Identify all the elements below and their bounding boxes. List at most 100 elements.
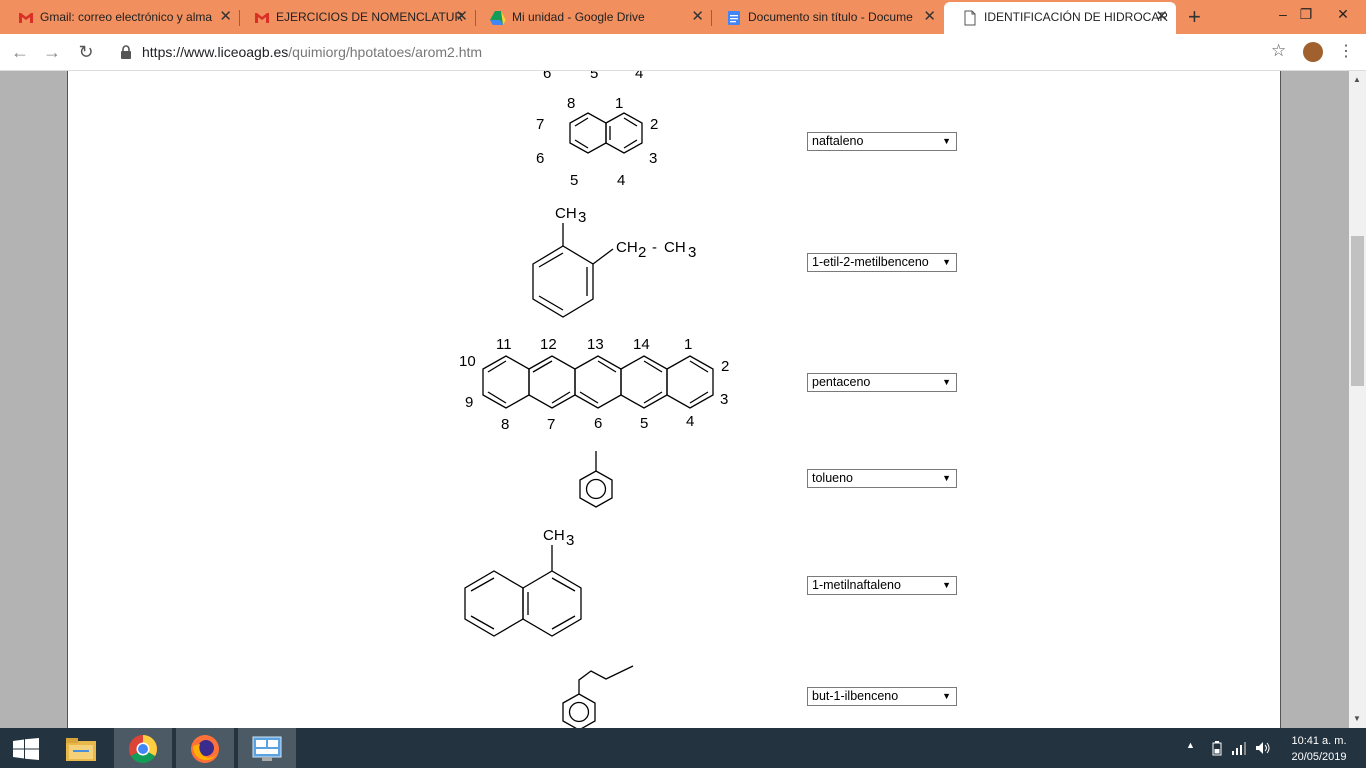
taskbar-chrome[interactable] [114,728,172,768]
select-value: 1-etil-2-metilbenceno [812,255,929,269]
atom-number: 4 [617,172,625,189]
select-value: 1-metilnaftaleno [812,578,901,592]
select-value: but-1-ilbenceno [812,689,899,703]
atom-number: 6 [594,415,602,432]
atom-number: 3 [649,150,657,167]
atom-number: 7 [547,416,555,433]
atom-number: 2 [650,116,658,133]
select-value: tolueno [812,471,854,485]
close-icon[interactable]: ✕ [923,2,936,32]
answer-select-3[interactable]: pentaceno ▼ [807,373,957,392]
control-panel-icon [252,736,282,761]
dropdown-arrow-icon: ▼ [942,377,951,387]
clock[interactable]: 10:41 a. m. 20/05/2019 [1286,733,1352,765]
answer-select-1[interactable]: naftaleno ▼ [807,132,957,151]
chrome-icon [129,735,157,763]
atom-number: 1 [684,336,692,353]
vertical-scrollbar[interactable]: ▲ ▼ [1349,71,1366,728]
atom-number: 8 [501,416,509,433]
dropdown-arrow-icon: ▼ [942,473,951,483]
molecule-tolueno [579,451,613,508]
atom-number: 9 [465,394,473,411]
tab-label: IDENTIFICACIÓN DE HIDROCAR [984,10,1169,24]
dropdown-arrow-icon: ▼ [942,580,951,590]
atom-number: 8 [567,95,575,112]
molecule-etilmetilbenceno: CH 3 CH 2 [532,205,646,318]
firefox-icon [191,735,219,763]
close-icon[interactable]: ✕ [1155,2,1168,32]
volume-icon[interactable] [1255,741,1271,755]
page-icon [964,10,976,26]
new-tab-button[interactable]: + [1188,4,1201,30]
forward-arrow-icon[interactable]: → [40,40,64,64]
select-value: naftaleno [812,134,864,148]
tray-overflow-icon[interactable]: ▲ [1186,740,1195,750]
tab-identificacion[interactable]: IDENTIFICACIÓN DE HIDROCAR ✕ [944,2,1176,34]
url-path: /quimiorg/hpotatoes/arom2.htm [288,44,483,60]
atom-number: 14 [633,336,650,353]
start-button[interactable] [0,728,58,768]
windows-taskbar: ▲ 10:41 a. m. 20/05/2019 [0,728,1366,768]
group-label: CH [555,205,577,222]
network-icon[interactable] [1231,741,1247,755]
atom-number: 12 [540,336,557,353]
group-label: CH [664,239,686,256]
atom-number: 6 [536,150,544,167]
tab-ejercicios[interactable]: EJERCICIOS DE NOMENCLATUR ✕ [236,2,476,34]
close-icon[interactable]: ✕ [219,2,232,32]
molecule-naftaleno: 8 1 7 2 6 3 5 4 [536,95,658,189]
menu-dots-icon[interactable]: ⋮ [1338,42,1354,62]
scroll-up-arrow-icon[interactable]: ▲ [1353,75,1361,84]
answer-select-4[interactable]: tolueno ▼ [807,469,957,488]
bond-dash: - [652,239,657,256]
profile-avatar[interactable] [1303,42,1323,62]
battery-icon[interactable] [1212,741,1222,756]
reload-icon[interactable]: ↻ [74,40,98,64]
page-viewport: 6 5 4 8 1 7 2 6 3 5 4 naftaleno ▼ CH 3 C… [0,71,1349,728]
atom-number: 1 [615,95,623,112]
answer-select-5[interactable]: 1-metilnaftaleno ▼ [807,576,957,595]
select-value: pentaceno [812,375,871,389]
gmail-icon [19,13,33,23]
answer-select-2[interactable]: 1-etil-2-metilbenceno ▼ [807,253,957,272]
atom-number: 6 [543,71,551,82]
molecule-metilnaftaleno: CH 3 [464,527,582,637]
atom-number: 3 [720,391,728,408]
molecule-pentaceno: 11 12 13 14 1 10 2 9 3 8 7 6 5 4 [459,336,729,433]
group-label: CH [616,239,638,256]
molecule-butilbenceno [562,665,634,728]
dropdown-arrow-icon: ▼ [942,136,951,146]
atom-number: 5 [590,71,598,82]
close-icon[interactable]: ✕ [455,2,468,32]
taskbar-file-explorer[interactable] [52,728,110,768]
clock-date: 20/05/2019 [1291,751,1347,763]
bookmark-star-icon[interactable]: ☆ [1271,41,1286,61]
atom-number: 2 [721,358,729,375]
close-icon[interactable]: ✕ [691,2,704,32]
atom-number: 4 [635,71,643,82]
subscript: 3 [566,532,574,549]
dropdown-arrow-icon: ▼ [942,257,951,267]
taskbar-firefox[interactable] [176,728,234,768]
url-text: https://www.liceoagb.es/quimiorg/hpotato… [142,37,482,67]
tab-gmail[interactable]: Gmail: correo electrónico y alma ✕ [0,2,240,34]
tab-label: Documento sin título - Docume [748,10,913,24]
subscript: 3 [578,209,586,226]
windows-icon [13,738,39,760]
atom-number: 11 [496,336,512,353]
taskbar-app[interactable] [238,728,296,768]
scroll-down-arrow-icon[interactable]: ▼ [1353,714,1361,723]
answer-select-6[interactable]: but-1-ilbenceno ▼ [807,687,957,706]
address-bar[interactable]: https://www.liceoagb.es/quimiorg/hpotato… [108,37,1288,67]
folder-icon [66,738,96,761]
subscript: 3 [688,244,696,261]
tab-docs[interactable]: Documento sin título - Docume ✕ [708,2,944,34]
scroll-thumb[interactable] [1351,236,1364,386]
tab-label: Gmail: correo electrónico y alma [40,10,213,24]
atom-number: 5 [640,415,648,432]
gmail-icon [255,13,269,23]
atom-number: 4 [686,413,694,430]
back-arrow-icon[interactable]: ← [8,40,32,64]
tab-drive[interactable]: Mi unidad - Google Drive ✕ [472,2,712,34]
close-window-icon[interactable]: ✕ [1320,0,1366,30]
